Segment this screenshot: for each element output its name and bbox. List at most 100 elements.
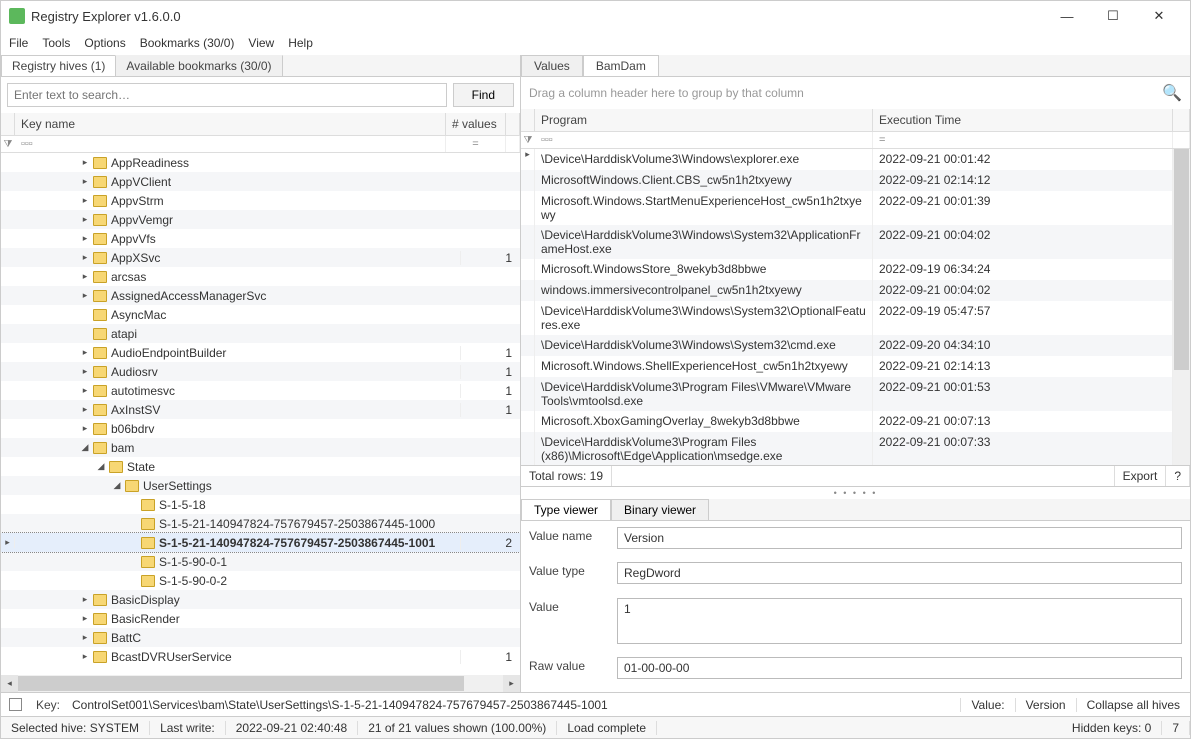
tree-row[interactable]: ▸AppVClient [1,172,520,191]
expander-icon[interactable]: ▸ [79,385,91,396]
expander-icon[interactable]: ▸ [79,195,91,206]
filter-exectime[interactable]: = [873,132,1173,148]
expander-icon[interactable]: ▸ [79,290,91,301]
tab-values[interactable]: Values [521,55,583,76]
key-checkbox[interactable] [9,698,22,711]
tree-row[interactable]: ▸BasicDisplay [1,590,520,609]
tree-row[interactable]: ▸AppvVemgr [1,210,520,229]
tree-row[interactable]: AsyncMac [1,305,520,324]
col-keyname[interactable]: Key name [15,113,446,135]
tree-row[interactable]: S-1-5-18 [1,495,520,514]
tab-type-viewer[interactable]: Type viewer [521,499,611,520]
grid-row[interactable]: Microsoft.XboxGamingOverlay_8wekyb3d8bbw… [521,411,1190,432]
tree[interactable]: ▸AppReadiness▸AppVClient▸AppvStrm▸AppvVe… [1,153,520,675]
tab-bamdam[interactable]: BamDam [583,55,659,76]
expander-icon[interactable]: ◢ [111,480,123,491]
expander-icon[interactable]: ▸ [79,594,91,605]
tree-row[interactable]: ▸AppXSvc1 [1,248,520,267]
help-button[interactable]: ? [1166,466,1190,486]
tree-row[interactable]: ▸autotimesvc1 [1,381,520,400]
filter-program[interactable]: ▫▫▫ [535,132,873,148]
expander-icon[interactable]: ◢ [79,442,91,453]
tree-row[interactable]: ▸AppvStrm [1,191,520,210]
col-extra[interactable] [506,113,520,135]
expander-icon[interactable]: ▸ [79,271,91,282]
minimize-button[interactable]: — [1044,1,1090,31]
tree-row[interactable]: ▸AudioEndpointBuilder1 [1,343,520,362]
tree-row[interactable]: ▸S-1-5-21-140947824-757679457-2503867445… [1,533,520,552]
tab-available-bookmarks[interactable]: Available bookmarks (30/0) [115,55,282,76]
expander-icon[interactable]: ▸ [79,214,91,225]
valuetype-field[interactable]: RegDword [617,562,1182,584]
expander-icon[interactable]: ▸ [79,613,91,624]
grid-vscroll[interactable] [1173,149,1190,465]
col-values[interactable]: # values [446,113,506,135]
grid-row[interactable]: ▸\Device\HarddiskVolume3\Windows\explore… [521,149,1190,170]
expander-icon[interactable]: ▸ [79,347,91,358]
expander-icon[interactable]: ▸ [79,366,91,377]
expander-icon[interactable]: ◢ [95,461,107,472]
expander-icon[interactable]: ▸ [79,651,91,662]
expander-icon[interactable]: ▸ [79,176,91,187]
tab-binary-viewer[interactable]: Binary viewer [611,499,709,520]
tree-row[interactable]: ▸AssignedAccessManagerSvc [1,286,520,305]
col-program[interactable]: Program [535,109,873,131]
grid-row[interactable]: \Device\HarddiskVolume3\Windows\System32… [521,335,1190,356]
tree-row[interactable]: ◢UserSettings [1,476,520,495]
filter-icon[interactable]: ⧩ [1,136,15,152]
menu-file[interactable]: File [9,36,28,50]
tree-row[interactable]: S-1-5-90-0-2 [1,571,520,590]
grid-row[interactable]: \Device\HarddiskVolume3\Program Files\VM… [521,377,1190,411]
search-icon[interactable]: 🔍 [1162,83,1182,103]
collapse-all-button[interactable]: Collapse all hives [1076,698,1190,712]
menu-view[interactable]: View [248,36,274,50]
menu-tools[interactable]: Tools [42,36,70,50]
grid-row[interactable]: Microsoft.Windows.ShellExperienceHost_cw… [521,356,1190,377]
tree-row[interactable]: atapi [1,324,520,343]
tree-row[interactable]: ▸BattC [1,628,520,647]
splitter-horizontal[interactable]: • • • • • [521,487,1190,499]
expander-icon[interactable]: ▸ [79,632,91,643]
col-exectime[interactable]: Execution Time [873,109,1173,131]
filter-values[interactable]: = [446,136,506,152]
expander-icon[interactable]: ▸ [79,423,91,434]
export-button[interactable]: Export [1115,466,1167,486]
expander-icon[interactable]: ▸ [79,233,91,244]
search-input[interactable] [7,83,447,107]
grid-row[interactable]: MicrosoftWindows.Client.CBS_cw5n1h2txyew… [521,170,1190,191]
menu-options[interactable]: Options [84,36,125,50]
grid-row[interactable]: \Device\HarddiskVolume3\Program Files (x… [521,432,1190,465]
value-field[interactable]: 1 [617,598,1182,644]
tab-registry-hives[interactable]: Registry hives (1) [1,55,116,76]
tree-row[interactable]: ▸b06bdrv [1,419,520,438]
expander-icon[interactable]: ▸ [79,252,91,263]
tree-row[interactable]: S-1-5-21-140947824-757679457-2503867445-… [1,514,520,533]
grid-row[interactable]: \Device\HarddiskVolume3\Windows\System32… [521,225,1190,259]
find-button[interactable]: Find [453,83,514,107]
grid-row[interactable]: Microsoft.WindowsStore_8wekyb3d8bbwe2022… [521,259,1190,280]
grid-row[interactable]: Microsoft.Windows.StartMenuExperienceHos… [521,191,1190,225]
grid-filter-icon[interactable]: ⧩ [521,132,535,148]
filter-keyname[interactable]: ▫▫▫ [15,136,446,152]
grid-row[interactable]: \Device\HarddiskVolume3\Windows\System32… [521,301,1190,335]
maximize-button[interactable]: ☐ [1090,1,1136,31]
menu-bookmarks[interactable]: Bookmarks (30/0) [140,36,235,50]
rawvalue-field[interactable]: 01-00-00-00 [617,657,1182,679]
close-button[interactable]: ✕ [1136,1,1182,31]
tree-hscroll[interactable]: ◂ ▸ [1,675,520,692]
key-path[interactable]: ControlSet001\Services\bam\State\UserSet… [68,698,960,712]
tree-row[interactable]: ▸BasicRender [1,609,520,628]
tree-row[interactable]: ▸AppvVfs [1,229,520,248]
expander-icon[interactable]: ▸ [79,404,91,415]
grid-row[interactable]: windows.immersivecontrolpanel_cw5n1h2txy… [521,280,1190,301]
tree-row[interactable]: ◢State [1,457,520,476]
valuename-field[interactable]: Version [617,527,1182,549]
tree-row[interactable]: ▸Audiosrv1 [1,362,520,381]
tree-row[interactable]: ▸AxInstSV1 [1,400,520,419]
expander-icon[interactable]: ▸ [79,157,91,168]
tree-row[interactable]: S-1-5-90-0-1 [1,552,520,571]
tree-row[interactable]: ▸AppReadiness [1,153,520,172]
tree-row[interactable]: ◢bam [1,438,520,457]
value-name-bottom[interactable]: Version [1015,698,1076,712]
tree-row[interactable]: ▸arcsas [1,267,520,286]
